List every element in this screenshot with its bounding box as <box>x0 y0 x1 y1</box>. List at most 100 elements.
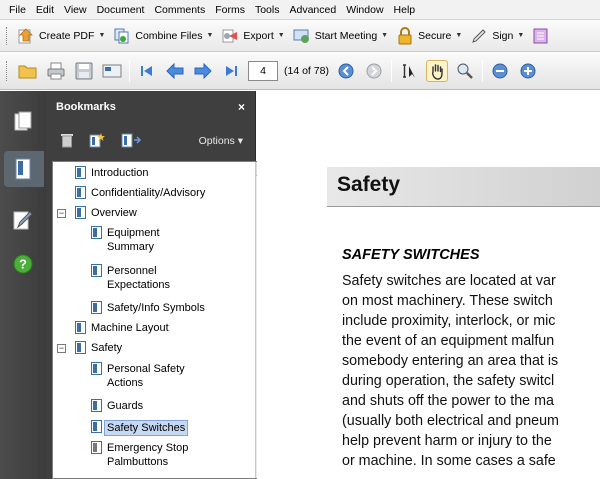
combine-files-label: Combine Files <box>135 29 203 42</box>
bookmark-label: Guards <box>107 400 144 412</box>
create-pdf-button[interactable]: Create PDF ▼ <box>15 24 111 48</box>
new-bookmark-icon[interactable] <box>88 132 106 151</box>
bookmark-label-group: Equipment Summary <box>107 226 160 254</box>
menu-view[interactable]: View <box>59 0 92 20</box>
first-page-icon[interactable] <box>136 60 158 82</box>
navigation-rail: ? <box>0 91 46 479</box>
export-icon <box>221 27 239 45</box>
menu-advanced[interactable]: Advanced <box>284 0 341 20</box>
start-meeting-button[interactable]: Start Meeting ▼ <box>291 24 394 48</box>
bookmark-icon <box>91 264 102 277</box>
document-view[interactable]: Safety SAFETY SWITCHES Safety switches a… <box>257 91 600 479</box>
menu-window[interactable]: Window <box>341 0 388 20</box>
bookmarks-tree: Introduction Confidentiality/Advisory − … <box>52 161 272 479</box>
navigation-toolbar: (14 of 78) <box>0 53 600 90</box>
hand-tool-icon[interactable] <box>425 60 448 82</box>
zoom-in-icon[interactable] <box>517 60 539 82</box>
menu-comments[interactable]: Comments <box>149 0 210 20</box>
chevron-down-icon: ▼ <box>98 32 106 39</box>
chevron-down-icon: ▼ <box>455 32 463 39</box>
document-heading: SAFETY SWITCHES <box>342 247 480 263</box>
menu-tools[interactable]: Tools <box>250 0 285 20</box>
bookmarks-header: Bookmarks × <box>46 91 255 123</box>
previous-page-icon[interactable] <box>164 60 186 82</box>
bookmark-icon <box>91 226 102 239</box>
chevron-down-icon: ▼ <box>206 32 214 39</box>
bookmark-icon <box>75 321 86 334</box>
bookmarks-icon[interactable] <box>4 151 44 187</box>
expand-bookmark-icon[interactable] <box>120 132 142 151</box>
bookmark-confidentiality[interactable]: Confidentiality/Advisory <box>75 186 205 200</box>
select-text-icon[interactable] <box>398 60 420 82</box>
toolbar-grip[interactable] <box>6 26 9 45</box>
bookmark-label: Personnel <box>107 265 157 277</box>
toolbar-grip[interactable] <box>6 61 9 81</box>
signatures-icon[interactable] <box>10 207 36 233</box>
create-pdf-label: Create PDF <box>39 29 95 42</box>
collapse-icon[interactable]: − <box>57 344 66 353</box>
bookmark-machine-layout[interactable]: Machine Layout <box>75 321 169 335</box>
bookmark-safety[interactable]: Safety <box>75 341 122 355</box>
document-text-line: Safety switches are located at var <box>342 273 556 289</box>
menu-file[interactable]: File <box>4 0 31 20</box>
sign-label: Sign <box>492 29 514 42</box>
page-number-input[interactable] <box>248 61 278 81</box>
next-page-icon[interactable] <box>192 60 214 82</box>
save-icon[interactable] <box>73 60 95 82</box>
bookmark-icon <box>75 206 86 219</box>
last-page-icon[interactable] <box>220 60 242 82</box>
combine-files-icon <box>113 27 131 45</box>
bookmark-icon <box>91 301 102 314</box>
lock-icon <box>396 26 414 45</box>
bookmark-emergency-stop-palmbuttons[interactable]: Emergency Stop Palmbuttons <box>91 441 188 469</box>
zoom-out-icon[interactable] <box>489 60 511 82</box>
options-menu[interactable]: Options ▾ <box>199 135 243 147</box>
document-text-line: on most machinery. These switch <box>342 293 553 309</box>
bookmark-label-group: Personnel Expectations <box>107 264 170 292</box>
menu-document[interactable]: Document <box>92 0 150 20</box>
marquee-zoom-icon[interactable] <box>454 60 476 82</box>
bookmark-guards[interactable]: Guards <box>91 399 143 413</box>
menu-forms[interactable]: Forms <box>210 0 250 20</box>
bookmark-personnel-expectations[interactable]: Personnel Expectations <box>91 264 170 292</box>
export-label: Export <box>243 29 274 42</box>
help-icon[interactable]: ? <box>10 251 36 277</box>
bookmark-label: Personal Safety <box>107 363 185 375</box>
pages-icon[interactable] <box>10 109 36 135</box>
sign-button[interactable]: Sign ▼ <box>468 24 530 48</box>
export-button[interactable]: Export ▼ <box>219 24 290 48</box>
bookmark-label-group: Emergency Stop Palmbuttons <box>107 441 188 469</box>
secure-button[interactable]: Secure ▼ <box>394 24 468 48</box>
bookmark-label-selected: Safety Switches <box>104 420 189 436</box>
bookmark-equipment-summary[interactable]: Equipment Summary <box>91 226 160 254</box>
bookmark-personal-safety-actions[interactable]: Personal Safety Actions <box>91 362 185 390</box>
close-icon[interactable]: × <box>238 100 245 114</box>
bookmark-icon <box>75 166 86 179</box>
menu-edit[interactable]: Edit <box>31 0 59 20</box>
print-icon[interactable] <box>45 60 67 82</box>
previous-view-icon[interactable] <box>335 60 357 82</box>
bookmark-icon <box>75 341 86 354</box>
task-toolbar: Create PDF ▼ Combine Files ▼ Export ▼ St… <box>0 20 600 52</box>
document-text-line: and shuts off the power to the ma <box>342 393 554 409</box>
bookmark-label: Machine Layout <box>91 322 169 334</box>
menu-bar: File Edit View Document Comments Forms T… <box>0 0 600 20</box>
combine-files-button[interactable]: Combine Files ▼ <box>111 24 219 48</box>
forms-button[interactable] <box>530 24 556 48</box>
secure-label: Secure <box>418 29 452 42</box>
document-text-line: somebody entering an area that is <box>342 353 559 369</box>
collapse-icon[interactable]: − <box>57 209 66 218</box>
bookmark-overview[interactable]: Overview <box>75 206 137 220</box>
bookmark-introduction[interactable]: Introduction <box>75 166 148 180</box>
bookmark-label: Overview <box>91 207 137 219</box>
trash-icon[interactable] <box>60 132 74 151</box>
next-view-icon[interactable] <box>363 60 385 82</box>
bookmark-safety-switches[interactable]: Safety Switches <box>91 420 189 436</box>
chevron-down-icon: ▼ <box>517 32 525 39</box>
open-folder-icon[interactable] <box>17 60 39 82</box>
menu-help[interactable]: Help <box>389 0 421 20</box>
bookmark-safety-info-symbols[interactable]: Safety/Info Symbols <box>91 301 205 315</box>
bookmark-label: Confidentiality/Advisory <box>91 187 206 199</box>
email-icon[interactable] <box>101 60 123 82</box>
bookmark-label: Expectations <box>107 279 170 291</box>
